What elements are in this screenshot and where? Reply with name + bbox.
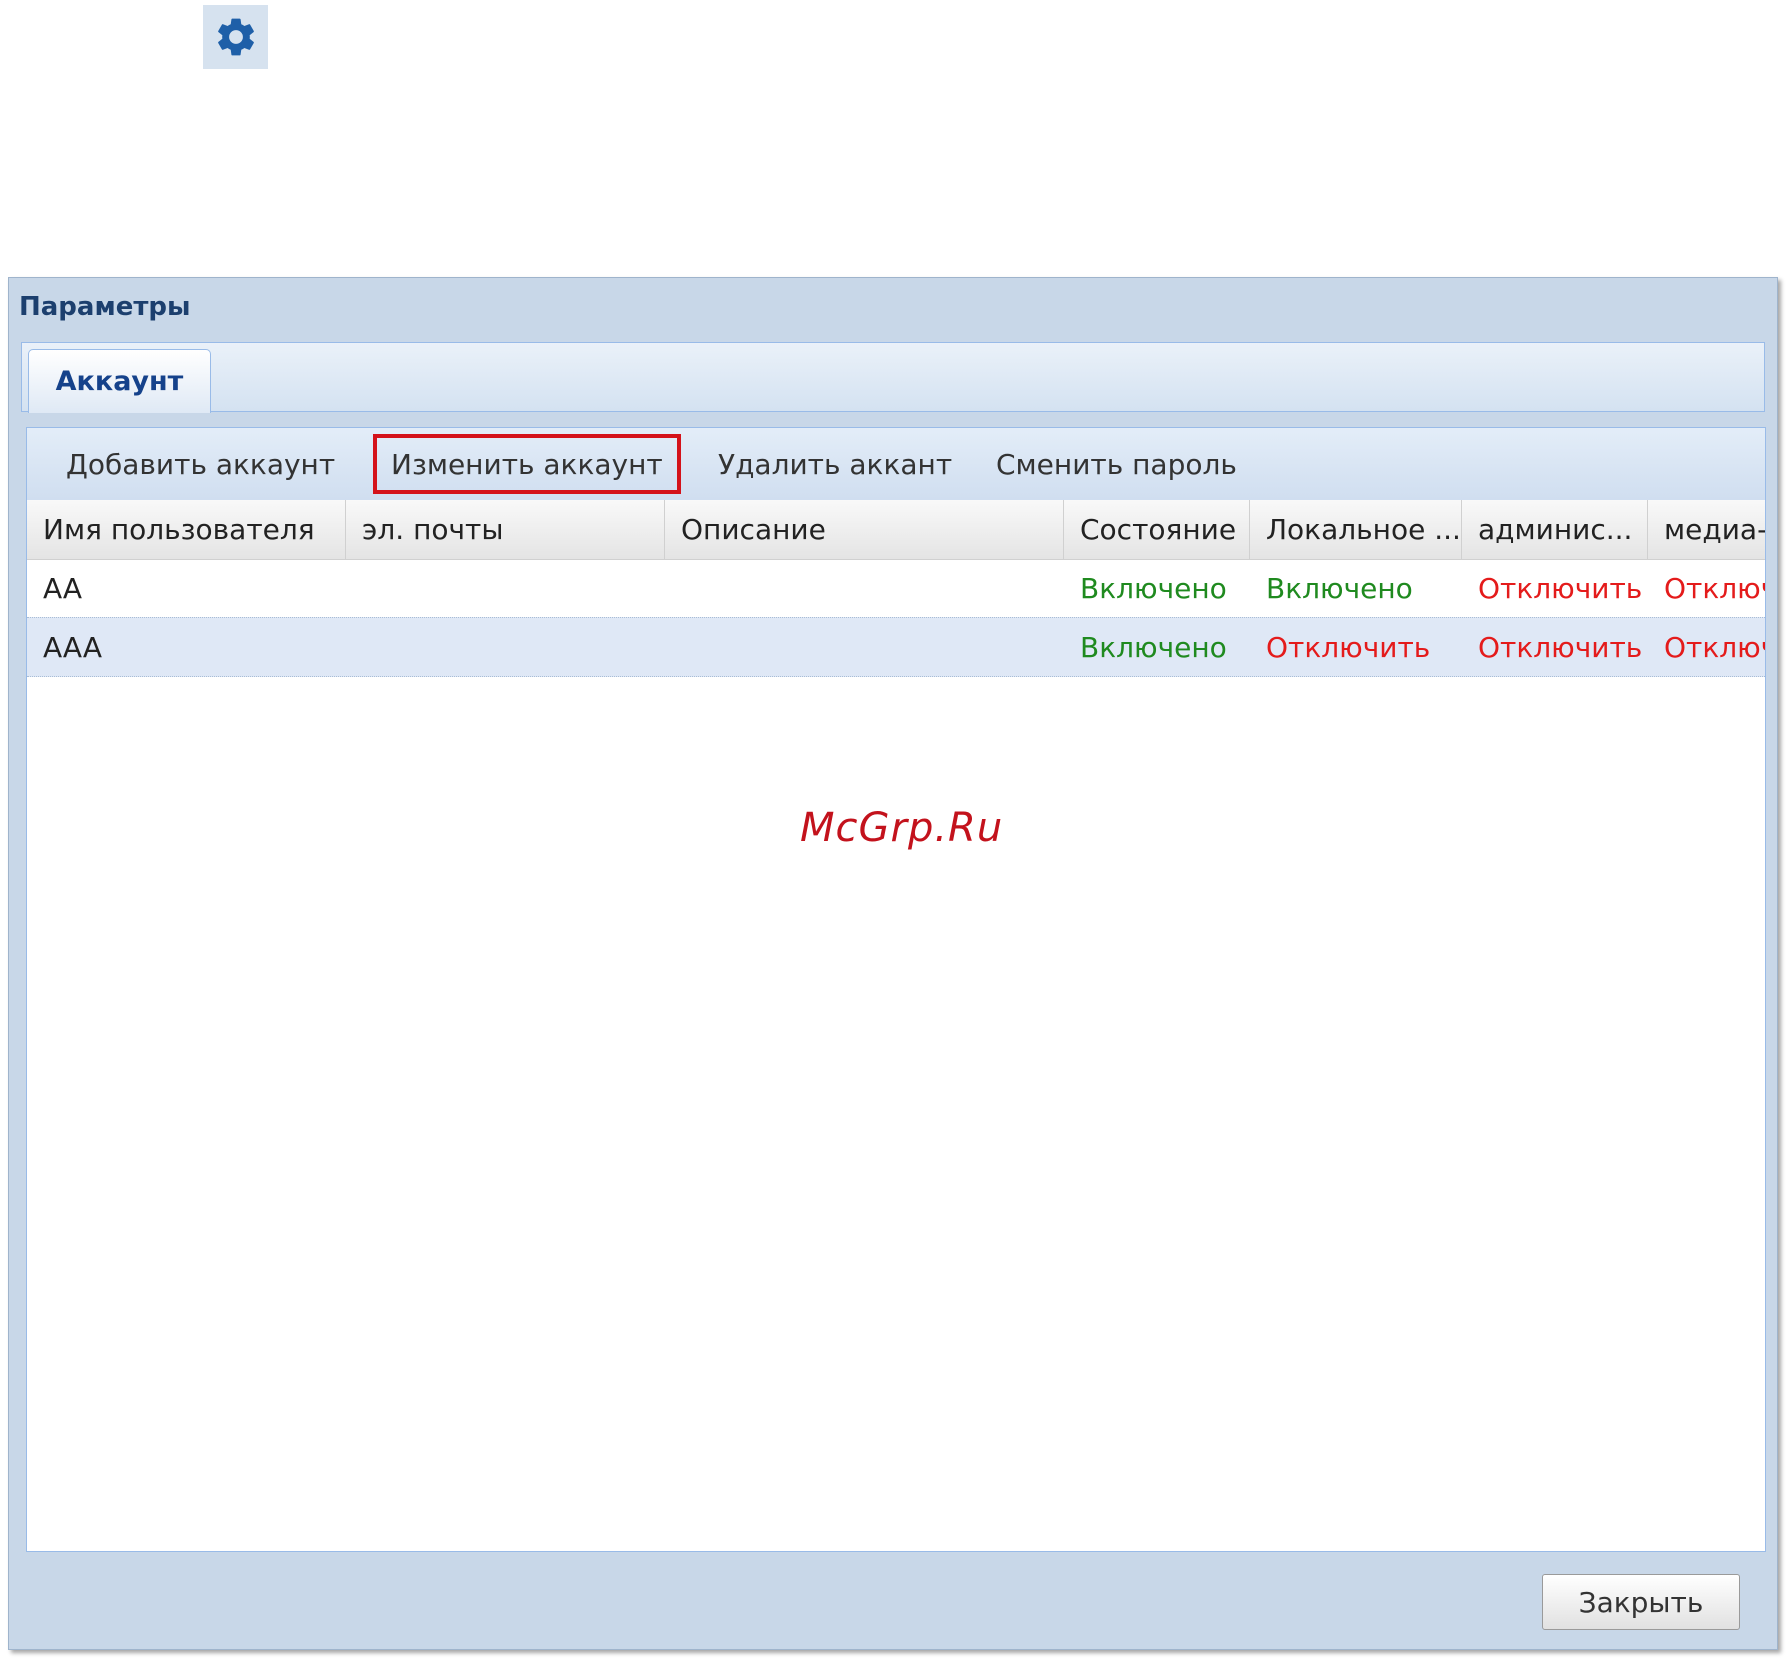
column-header-description[interactable]: Описание — [665, 500, 1064, 559]
cell-local: Включено — [1266, 571, 1413, 605]
cell-username: AA — [43, 571, 83, 605]
close-button[interactable]: Закрыть — [1542, 1574, 1740, 1630]
column-header-local[interactable]: Локальное ... — [1250, 500, 1462, 559]
cell-email — [346, 618, 665, 676]
column-header-username[interactable]: Имя пользователя — [27, 500, 346, 559]
dialog-title: Параметры — [19, 292, 191, 322]
cell-state: Включено — [1080, 571, 1227, 605]
watermark-text: McGrp.Ru — [800, 805, 1004, 851]
toolbar: Добавить аккаунт Изменить аккаунт Удалит… — [27, 428, 1765, 501]
parameters-dialog: Параметры Аккаунт Добавить аккаунт Измен… — [8, 277, 1778, 1650]
grid-header: Имя пользователя эл. почты Описание Сост… — [27, 500, 1765, 560]
gear-icon — [217, 18, 254, 56]
cell-state: Включено — [1080, 630, 1227, 664]
delete-account-button[interactable]: Удалить аккант — [718, 428, 952, 500]
column-header-state[interactable]: Состояние — [1064, 500, 1250, 559]
settings-gear-icon[interactable] — [203, 5, 268, 69]
cell-email — [346, 559, 665, 617]
table-row[interactable]: AAA Включено Отключить Отключить Отключи… — [27, 617, 1765, 677]
cell-description — [665, 559, 1064, 617]
cell-admin: Отключить — [1478, 571, 1643, 605]
add-account-button[interactable]: Добавить аккаунт — [66, 428, 335, 500]
tab-strip: Аккаунт — [21, 342, 1765, 413]
edit-account-button[interactable]: Изменить аккаунт — [373, 434, 681, 494]
accounts-panel: Добавить аккаунт Изменить аккаунт Удалит… — [26, 427, 1766, 1552]
column-header-email[interactable]: эл. почты — [346, 500, 665, 559]
cell-admin: Отключить — [1478, 630, 1643, 664]
cell-media: Отключить — [1664, 571, 1765, 605]
tab-account[interactable]: Аккаунт — [28, 349, 211, 413]
column-header-admin[interactable]: админис... — [1462, 500, 1648, 559]
cell-media: Отключить — [1664, 630, 1765, 664]
cell-description — [665, 618, 1064, 676]
cell-local: Отключить — [1266, 630, 1431, 664]
change-password-button[interactable]: Сменить пароль — [996, 428, 1237, 500]
column-header-media[interactable]: медиа- — [1648, 500, 1765, 559]
table-row[interactable]: AA Включено Включено Отключить Отключить — [27, 559, 1765, 618]
cell-username: AAA — [43, 630, 103, 664]
